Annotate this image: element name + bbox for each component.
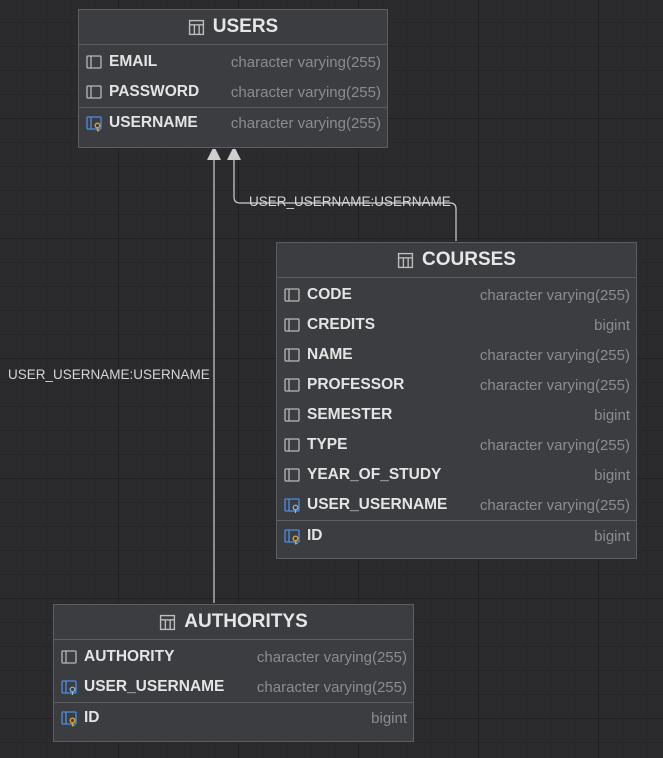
column-type: character varying(255) <box>479 376 630 394</box>
column-icon <box>85 83 103 101</box>
column-icon <box>283 376 301 394</box>
primary-key-icon <box>85 114 103 132</box>
courses-table-header[interactable]: COURSES <box>277 243 636 278</box>
column-name: PASSWORD <box>109 83 200 100</box>
column-name: SEMESTER <box>307 406 393 423</box>
users-table-header[interactable]: USERS <box>79 10 387 45</box>
authoritys-columns: AUTHORITY character varying(255) USER_USER… <box>54 640 413 735</box>
column-name: USERNAME <box>109 114 198 131</box>
authoritys-users-arrowhead <box>207 146 221 160</box>
column-name: NAME <box>307 346 353 363</box>
table-row[interactable]: USERNAME character varying(255) <box>79 107 387 138</box>
table-row[interactable]: ID bigint <box>277 520 636 551</box>
users-table[interactable]: USERS EMAIL character varying(255) PASSWOR… <box>78 9 388 148</box>
edge-label-authoritys-users: USER_USERNAME:USERNAME <box>8 367 210 382</box>
authoritys-table-title: AUTHORITYS <box>184 611 308 632</box>
column-name: CREDITS <box>307 316 376 333</box>
authoritys-table[interactable]: AUTHORITYS AUTHORITY character varying(25… <box>53 604 414 742</box>
foreign-key-icon <box>283 496 301 514</box>
column-type: bigint <box>371 709 407 727</box>
column-icon <box>283 406 301 424</box>
courses-table[interactable]: COURSES CODE character varying(255) CREDIT… <box>276 242 637 559</box>
table-row[interactable]: PASSWORD character varying(255) <box>79 77 387 107</box>
table-icon <box>188 19 204 35</box>
table-row[interactable]: SEMESTER bigint <box>277 400 636 430</box>
users-table-title: USERS <box>212 16 279 37</box>
column-type: character varying(255) <box>230 53 381 71</box>
table-row[interactable]: USER_USERNAME character varying(255) <box>277 490 636 520</box>
column-type: character varying(255) <box>479 496 630 514</box>
courses-table-title: COURSES <box>422 249 516 270</box>
column-name: PROFESSOR <box>307 376 405 393</box>
column-name: TYPE <box>307 436 348 453</box>
table-row[interactable]: ID bigint <box>54 702 413 733</box>
column-name: USER_USERNAME <box>307 496 448 513</box>
column-icon <box>283 286 301 304</box>
primary-key-icon <box>283 527 301 545</box>
primary-key-icon <box>60 709 78 727</box>
table-row[interactable]: CREDITS bigint <box>277 310 636 340</box>
courses-users-arrowhead <box>227 146 241 160</box>
column-icon <box>283 346 301 364</box>
column-type: bigint <box>594 527 630 545</box>
table-row[interactable]: YEAR_OF_STUDY bigint <box>277 460 636 490</box>
foreign-key-icon <box>60 678 78 696</box>
column-name: CODE <box>307 286 352 303</box>
column-type: character varying(255) <box>479 436 630 454</box>
column-name: USER_USERNAME <box>84 678 225 695</box>
table-row[interactable]: PROFESSOR character varying(255) <box>277 370 636 400</box>
column-icon <box>85 53 103 71</box>
table-row[interactable]: CODE character varying(255) <box>277 280 636 310</box>
column-icon <box>283 436 301 454</box>
courses-columns: CODE character varying(255) CREDITS bigint N… <box>277 278 636 553</box>
column-name: ID <box>84 709 100 726</box>
column-type: character varying(255) <box>230 83 381 101</box>
table-row[interactable]: EMAIL character varying(255) <box>79 47 387 77</box>
column-name: ID <box>307 527 323 544</box>
column-type: character varying(255) <box>479 346 630 364</box>
table-row[interactable]: USER_USERNAME character varying(255) <box>54 672 413 702</box>
column-type: character varying(255) <box>479 286 630 304</box>
column-name: YEAR_OF_STUDY <box>307 466 442 483</box>
column-icon <box>283 316 301 334</box>
table-icon <box>397 252 414 268</box>
column-name: EMAIL <box>109 53 158 70</box>
column-type: character varying(255) <box>256 648 407 666</box>
column-name: AUTHORITY <box>84 648 175 665</box>
table-row[interactable]: AUTHORITY character varying(255) <box>54 642 413 672</box>
authoritys-table-header[interactable]: AUTHORITYS <box>54 605 413 640</box>
column-icon <box>60 648 78 666</box>
column-icon <box>283 466 301 484</box>
users-columns: EMAIL character varying(255) PASSWORD chara… <box>79 45 387 140</box>
table-icon <box>160 614 176 630</box>
table-row[interactable]: NAME character varying(255) <box>277 340 636 370</box>
table-row[interactable]: TYPE character varying(255) <box>277 430 636 460</box>
column-type: character varying(255) <box>256 678 407 696</box>
column-type: bigint <box>594 316 630 334</box>
column-type: character varying(255) <box>230 114 381 132</box>
column-type: bigint <box>594 406 630 424</box>
edge-label-courses-users: USER_USERNAME:USERNAME <box>249 194 451 209</box>
column-type: bigint <box>594 466 630 484</box>
